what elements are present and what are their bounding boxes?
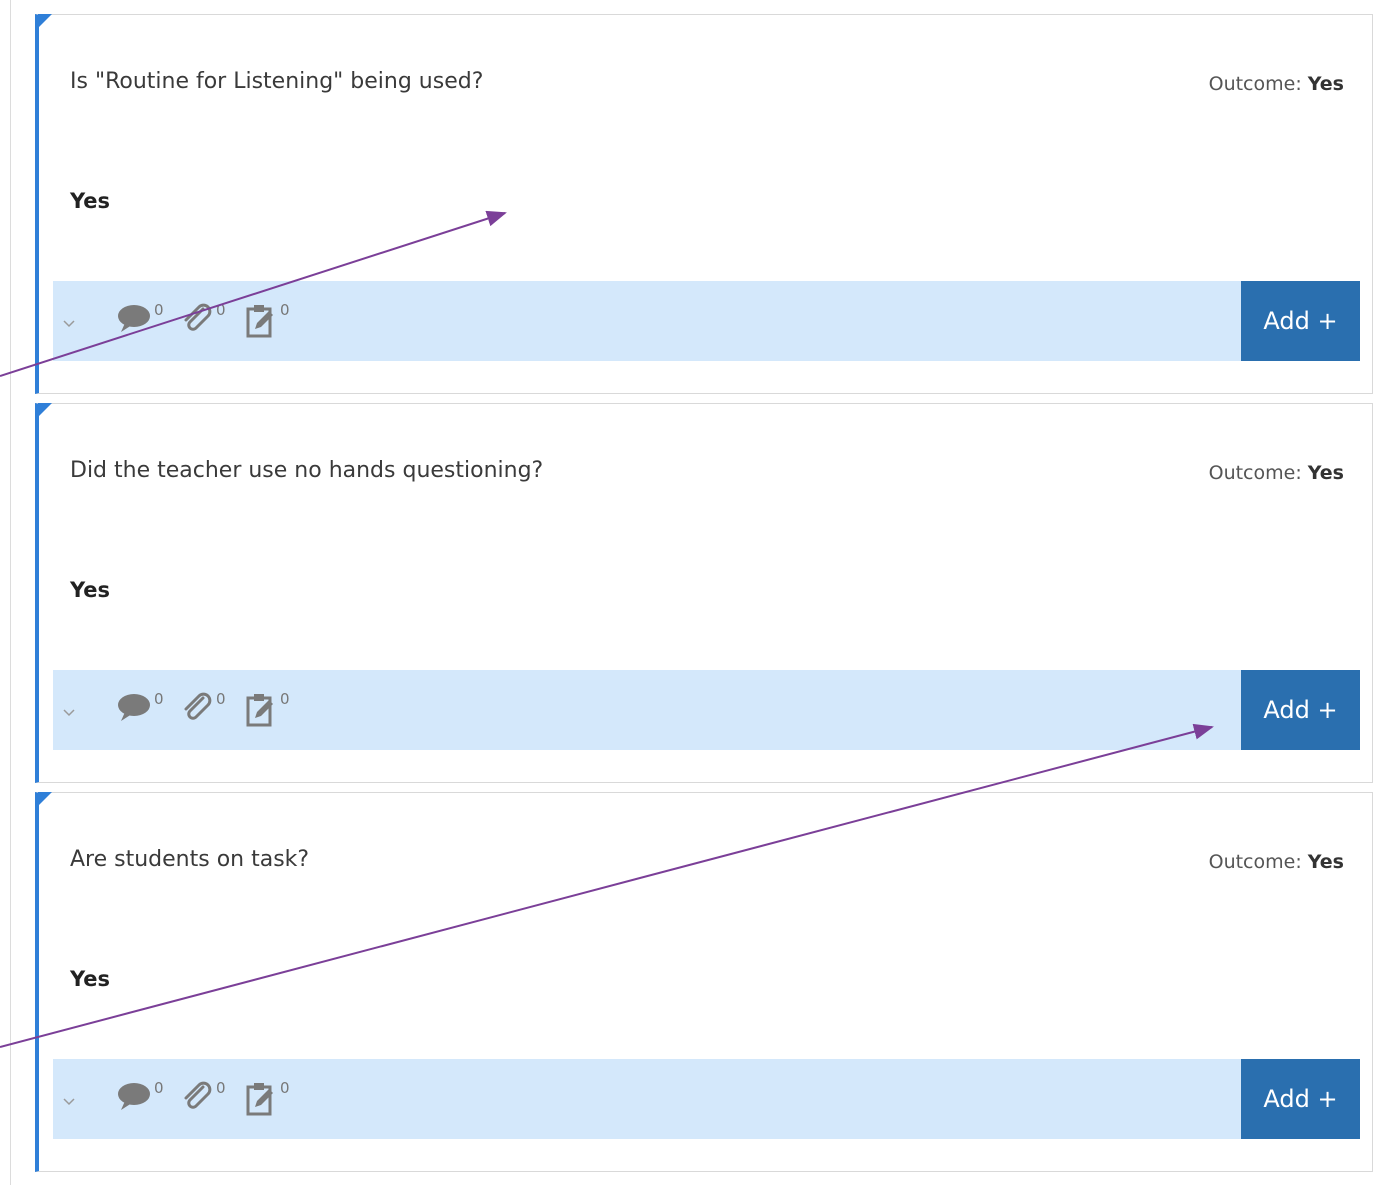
- chevron-down-icon[interactable]: [63, 702, 75, 721]
- notes-counter[interactable]: 0: [245, 301, 290, 339]
- add-button[interactable]: Add +: [1241, 281, 1360, 361]
- notes-count: 0: [280, 301, 290, 319]
- speech-bubble-icon: [118, 694, 150, 721]
- card-toolbar: 0 0 0 Add +: [53, 281, 1360, 361]
- answer-value[interactable]: Yes: [70, 578, 110, 602]
- card-toolbar: 0 0 0 Add +: [53, 670, 1360, 750]
- attachments-count: 0: [216, 690, 226, 708]
- notes-counter[interactable]: 0: [245, 1079, 290, 1117]
- attachments-count: 0: [216, 301, 226, 319]
- question-text: Are students on task?: [70, 847, 310, 872]
- observation-form: Is "Routine for Listening" being used? O…: [0, 0, 1373, 1185]
- speech-bubble-icon: [118, 1083, 150, 1110]
- chevron-down-icon[interactable]: [63, 313, 75, 332]
- question-text: Is "Routine for Listening" being used?: [70, 69, 484, 94]
- attachments-count: 0: [216, 1079, 226, 1097]
- comments-counter[interactable]: 0: [117, 690, 164, 722]
- question-text: Did the teacher use no hands questioning…: [70, 458, 544, 483]
- question-card: Is "Routine for Listening" being used? O…: [35, 14, 1373, 394]
- card-flag-marker: [38, 792, 52, 806]
- attachments-counter[interactable]: 0: [181, 1079, 226, 1113]
- outcome-display: Outcome: Yes: [1209, 73, 1344, 95]
- comments-count: 0: [154, 301, 164, 319]
- add-button[interactable]: Add +: [1241, 670, 1360, 750]
- attachments-counter[interactable]: 0: [181, 690, 226, 724]
- paperclip-icon: [184, 1081, 212, 1109]
- answer-value[interactable]: Yes: [70, 967, 110, 991]
- clipboard-edit-icon: [246, 694, 273, 727]
- notes-count: 0: [280, 690, 290, 708]
- outcome-display: Outcome: Yes: [1209, 462, 1344, 484]
- outcome-value: Yes: [1307, 851, 1344, 873]
- comments-count: 0: [154, 1079, 164, 1097]
- notes-count: 0: [280, 1079, 290, 1097]
- card-flag-marker: [38, 14, 52, 28]
- outcome-value: Yes: [1307, 73, 1344, 95]
- paperclip-icon: [184, 692, 212, 720]
- question-card: Did the teacher use no hands questioning…: [35, 403, 1373, 783]
- outcome-label: Outcome:: [1208, 462, 1302, 484]
- attachments-counter[interactable]: 0: [181, 301, 226, 335]
- comments-counter[interactable]: 0: [117, 1079, 164, 1111]
- outcome-label: Outcome:: [1208, 73, 1302, 95]
- paperclip-icon: [184, 303, 212, 331]
- notes-counter[interactable]: 0: [245, 690, 290, 728]
- outcome-value: Yes: [1307, 462, 1344, 484]
- card-flag-marker: [38, 403, 52, 417]
- comments-count: 0: [154, 690, 164, 708]
- outcome-label: Outcome:: [1208, 851, 1302, 873]
- question-card: Are students on task? Outcome: Yes Yes 0…: [35, 792, 1373, 1172]
- chevron-down-icon[interactable]: [63, 1091, 75, 1110]
- card-toolbar: 0 0 0 Add +: [53, 1059, 1360, 1139]
- clipboard-edit-icon: [246, 305, 273, 338]
- clipboard-edit-icon: [246, 1083, 273, 1116]
- answer-value[interactable]: Yes: [70, 189, 110, 213]
- speech-bubble-icon: [118, 305, 150, 332]
- comments-counter[interactable]: 0: [117, 301, 164, 333]
- add-button[interactable]: Add +: [1241, 1059, 1360, 1139]
- outcome-display: Outcome: Yes: [1209, 851, 1344, 873]
- outer-border: [10, 0, 11, 1185]
